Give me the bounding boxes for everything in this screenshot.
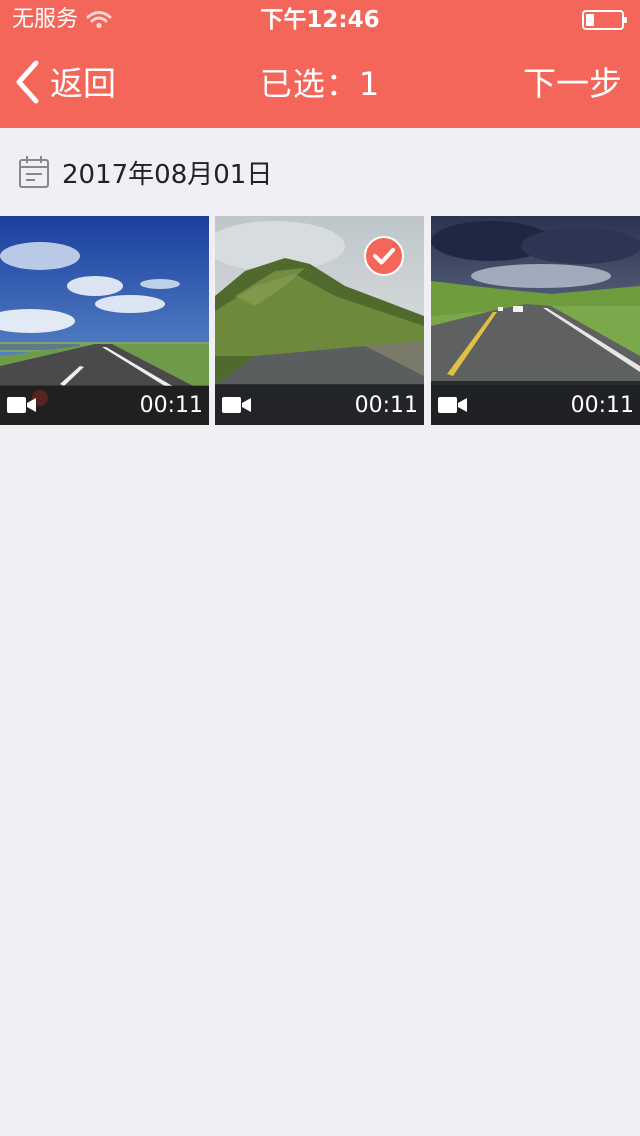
battery-icon (582, 10, 628, 30)
video-thumbnail[interactable]: 00:11 (431, 216, 640, 425)
status-time: 下午12:46 (260, 7, 380, 33)
status-bar: 无服务 下午12:46 (0, 0, 640, 40)
video-duration: 00:11 (139, 393, 203, 418)
video-camera-icon (438, 395, 468, 415)
video-camera-icon (222, 395, 252, 415)
video-grid: 00:11 00:11 00:11 (0, 216, 640, 425)
calendar-icon (18, 155, 50, 189)
date-section-header: 2017年08月01日 (18, 150, 272, 194)
section-date-label: 2017年08月01日 (62, 159, 273, 190)
video-duration: 00:11 (570, 393, 634, 418)
app-header: 无服务 下午12:46 返回 已选：1 下一步 (0, 0, 640, 128)
next-step-button[interactable]: 下一步 (523, 62, 622, 106)
selected-check-icon[interactable] (364, 236, 404, 276)
video-thumbnail[interactable]: 00:11 (215, 216, 424, 425)
navigation-bar: 返回 已选：1 下一步 (0, 40, 640, 128)
video-thumbnail[interactable]: 00:11 (0, 216, 209, 425)
video-duration: 00:11 (354, 393, 418, 418)
video-camera-icon (7, 395, 37, 415)
